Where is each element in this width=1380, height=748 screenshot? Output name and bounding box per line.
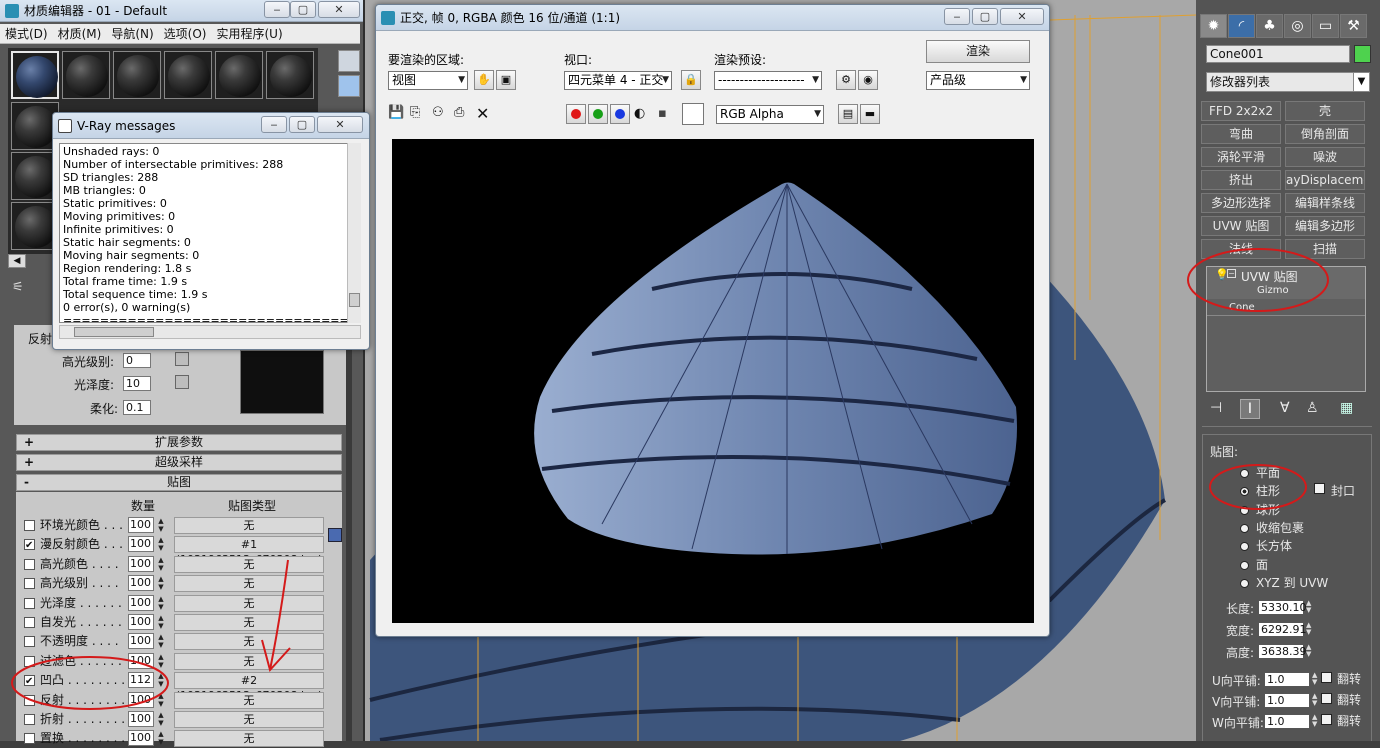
annotation-circle-uvw — [1187, 248, 1329, 312]
annotation-circle-cylindrical — [1209, 464, 1307, 510]
annotation-overlay — [11, 248, 1329, 710]
annotation-circle-bump — [11, 656, 169, 710]
annotation-arrowhead — [261, 639, 291, 673]
